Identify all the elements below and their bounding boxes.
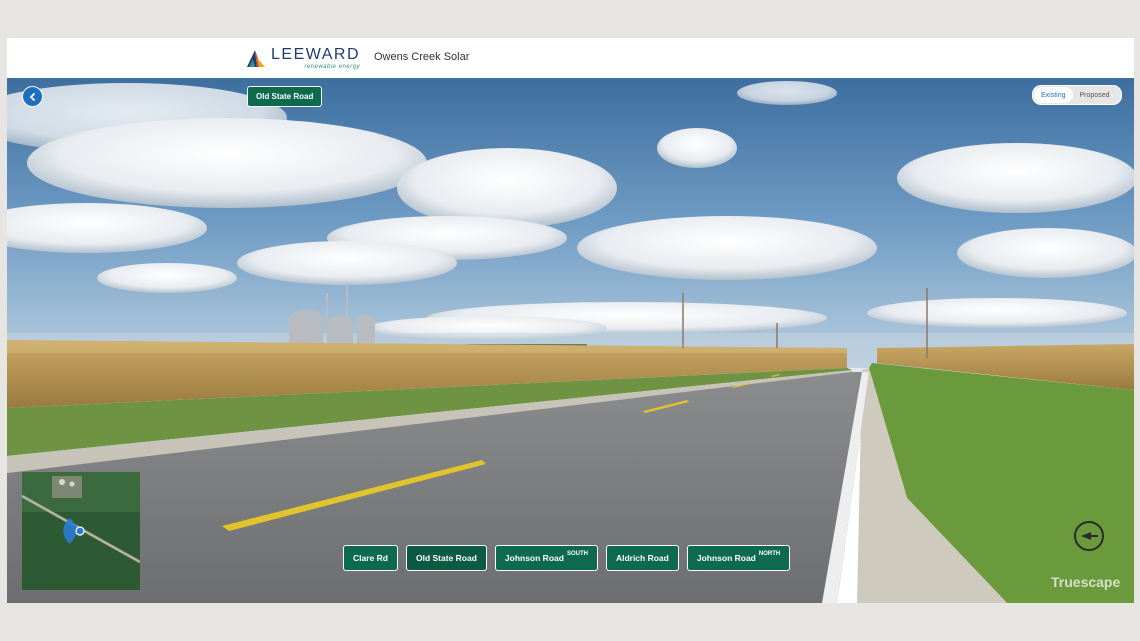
location-button-johnson-road-south[interactable]: Johnson Road SOUTH bbox=[494, 545, 598, 571]
current-location-label: Old State Road bbox=[247, 86, 323, 107]
project-title: Owens Creek Solar bbox=[374, 51, 470, 63]
chevron-left-icon bbox=[29, 92, 35, 101]
location-nav: Clare Rd Old State Road Johnson Road SOU… bbox=[343, 545, 791, 571]
compass-button[interactable] bbox=[1073, 520, 1105, 552]
location-button-johnson-road-north[interactable]: Johnson Road NORTH bbox=[686, 545, 791, 571]
minimap[interactable] bbox=[22, 472, 140, 590]
toggle-existing[interactable]: Existing bbox=[1034, 87, 1073, 103]
location-label: Johnson Road bbox=[696, 553, 756, 563]
location-label: Clare Rd bbox=[353, 553, 388, 563]
leeward-logo: LEEWARD renewable energy bbox=[245, 44, 360, 72]
location-label: Aldrich Road bbox=[615, 553, 669, 563]
brand-name: LEEWARD bbox=[271, 45, 361, 63]
location-suffix: SOUTH bbox=[566, 551, 588, 557]
compass-icon bbox=[1074, 521, 1104, 551]
location-suffix: NORTH bbox=[758, 551, 781, 557]
brand-tagline: renewable energy bbox=[304, 63, 361, 70]
location-button-clare-rd[interactable]: Clare Rd bbox=[343, 545, 398, 571]
app-frame: LEEWARD renewable energy Owens Creek Sol… bbox=[7, 38, 1134, 603]
location-label: Johnson Road bbox=[504, 553, 564, 563]
leeward-logo-mark-icon bbox=[247, 50, 265, 67]
back-button[interactable] bbox=[22, 86, 43, 107]
panorama-image[interactable] bbox=[7, 78, 1134, 603]
minimap-map[interactable] bbox=[22, 472, 140, 590]
existing-proposed-toggle[interactable]: Existing Proposed bbox=[1032, 85, 1122, 105]
location-button-old-state-road[interactable]: Old State Road bbox=[405, 545, 487, 571]
location-button-aldrich-road[interactable]: Aldrich Road bbox=[605, 545, 679, 571]
toggle-proposed[interactable]: Proposed bbox=[1073, 87, 1117, 103]
header-bar: LEEWARD renewable energy Owens Creek Sol… bbox=[7, 38, 1134, 79]
panorama-view[interactable]: Old State Road Existing Proposed Clare R… bbox=[7, 78, 1134, 603]
truescape-watermark: Truescape bbox=[1051, 574, 1121, 590]
location-label: Old State Road bbox=[415, 553, 477, 563]
